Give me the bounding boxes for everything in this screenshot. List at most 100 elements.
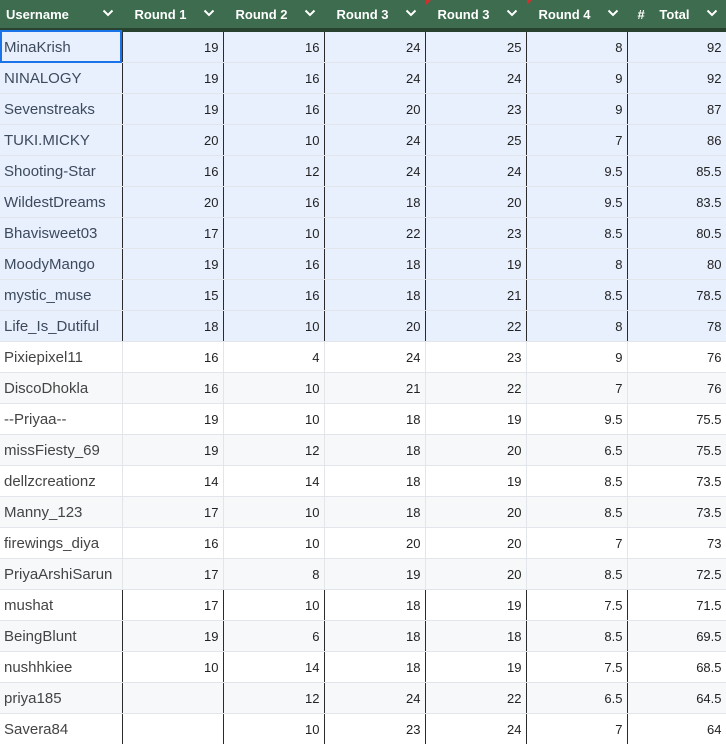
score-cell-r2[interactable]: 6 (223, 620, 325, 652)
chevron-down-icon[interactable] (304, 6, 316, 20)
score-cell-r1[interactable]: 16 (122, 341, 224, 373)
score-cell-r4[interactable]: 8 (526, 310, 628, 342)
score-cell-r2[interactable]: 16 (223, 186, 325, 218)
username-cell[interactable]: --Priyaa-- (0, 403, 123, 435)
score-cell-r3a[interactable]: 21 (324, 372, 426, 404)
score-cell-r3a[interactable]: 24 (324, 124, 426, 156)
score-cell-r3b[interactable]: 24 (425, 713, 527, 744)
column-header-0[interactable]: Username (0, 0, 123, 32)
column-header-2[interactable]: Round 2 (223, 0, 325, 32)
score-cell-r1[interactable] (122, 713, 224, 744)
score-cell-r3a[interactable]: 18 (324, 465, 426, 497)
score-cell-total[interactable]: 76 (627, 372, 726, 404)
score-cell-r4[interactable]: 9.5 (526, 186, 628, 218)
chevron-down-icon[interactable] (607, 6, 619, 20)
score-cell-total[interactable]: 73 (627, 527, 726, 559)
score-cell-total[interactable]: 92 (627, 30, 726, 63)
score-cell-r3b[interactable]: 23 (425, 93, 527, 125)
score-cell-r1[interactable]: 19 (122, 30, 224, 63)
score-cell-total[interactable]: 80.5 (627, 217, 726, 249)
score-cell-r4[interactable]: 8.5 (526, 620, 628, 652)
score-cell-r3b[interactable]: 19 (425, 465, 527, 497)
score-cell-total[interactable]: 86 (627, 124, 726, 156)
score-cell-r2[interactable]: 16 (223, 279, 325, 311)
score-cell-r4[interactable]: 8 (526, 30, 628, 63)
score-cell-r3a[interactable]: 24 (324, 155, 426, 187)
column-header-1[interactable]: Round 1 (122, 0, 224, 32)
score-cell-r3b[interactable]: 22 (425, 372, 527, 404)
score-cell-r3a[interactable]: 18 (324, 620, 426, 652)
score-cell-r3b[interactable]: 22 (425, 310, 527, 342)
score-cell-r2[interactable]: 10 (223, 124, 325, 156)
username-cell[interactable]: nushhkiee (0, 651, 123, 683)
score-cell-r3a[interactable]: 18 (324, 186, 426, 218)
username-cell[interactable]: MoodyMango (0, 248, 123, 280)
score-cell-r4[interactable]: 9.5 (526, 403, 628, 435)
score-cell-r2[interactable]: 16 (223, 93, 325, 125)
score-cell-r2[interactable]: 12 (223, 434, 325, 466)
score-cell-r3b[interactable]: 19 (425, 403, 527, 435)
score-cell-r1[interactable]: 19 (122, 62, 224, 94)
score-cell-r3b[interactable]: 23 (425, 217, 527, 249)
score-cell-r4[interactable]: 9.5 (526, 155, 628, 187)
score-cell-r3a[interactable]: 24 (324, 682, 426, 714)
score-cell-r3b[interactable]: 19 (425, 651, 527, 683)
score-cell-r4[interactable]: 9 (526, 341, 628, 373)
username-cell[interactable]: DiscoDhokla (0, 372, 123, 404)
score-cell-total[interactable]: 76 (627, 341, 726, 373)
score-cell-r2[interactable]: 10 (223, 496, 325, 528)
username-cell[interactable]: MinaKrish (0, 30, 123, 63)
score-cell-r3a[interactable]: 18 (324, 651, 426, 683)
score-cell-total[interactable]: 68.5 (627, 651, 726, 683)
score-cell-total[interactable]: 69.5 (627, 620, 726, 652)
username-cell[interactable]: Manny_123 (0, 496, 123, 528)
score-cell-r4[interactable]: 8 (526, 248, 628, 280)
score-cell-r1[interactable]: 19 (122, 403, 224, 435)
score-cell-r3a[interactable]: 18 (324, 403, 426, 435)
score-cell-total[interactable]: 73.5 (627, 496, 726, 528)
username-cell[interactable]: firewings_diya (0, 527, 123, 559)
score-cell-r3b[interactable]: 19 (425, 589, 527, 621)
score-cell-r3a[interactable]: 20 (324, 310, 426, 342)
score-cell-total[interactable]: 73.5 (627, 465, 726, 497)
score-cell-total[interactable]: 75.5 (627, 403, 726, 435)
score-cell-r1[interactable]: 19 (122, 434, 224, 466)
score-cell-r4[interactable]: 6.5 (526, 682, 628, 714)
score-cell-r3b[interactable]: 25 (425, 124, 527, 156)
score-cell-r2[interactable]: 16 (223, 30, 325, 63)
score-cell-total[interactable]: 75.5 (627, 434, 726, 466)
score-cell-r3a[interactable]: 24 (324, 30, 426, 63)
score-cell-r4[interactable]: 8.5 (526, 465, 628, 497)
score-cell-r2[interactable]: 12 (223, 155, 325, 187)
score-cell-r2[interactable]: 16 (223, 62, 325, 94)
score-cell-r3b[interactable]: 20 (425, 434, 527, 466)
score-cell-r4[interactable]: 7 (526, 372, 628, 404)
score-cell-r3b[interactable]: 19 (425, 248, 527, 280)
score-cell-total[interactable]: 92 (627, 62, 726, 94)
score-cell-total[interactable]: 83.5 (627, 186, 726, 218)
chevron-down-icon[interactable] (506, 6, 518, 20)
score-cell-total[interactable]: 78 (627, 310, 726, 342)
username-cell[interactable]: NINALOGY (0, 62, 123, 94)
column-header-5[interactable]: Round 4 (526, 0, 628, 32)
score-cell-r1[interactable] (122, 682, 224, 714)
score-cell-r1[interactable]: 10 (122, 651, 224, 683)
column-header-4[interactable]: Round 3 (425, 0, 527, 32)
username-cell[interactable]: missFiesty_69 (0, 434, 123, 466)
score-cell-total[interactable]: 85.5 (627, 155, 726, 187)
score-cell-r1[interactable]: 17 (122, 558, 224, 590)
score-cell-r4[interactable]: 7 (526, 713, 628, 744)
score-cell-r3a[interactable]: 18 (324, 496, 426, 528)
score-cell-total[interactable]: 71.5 (627, 589, 726, 621)
score-cell-r1[interactable]: 15 (122, 279, 224, 311)
score-cell-r4[interactable]: 9 (526, 93, 628, 125)
score-cell-r1[interactable]: 16 (122, 527, 224, 559)
score-cell-r4[interactable]: 7.5 (526, 651, 628, 683)
score-cell-r3a[interactable]: 19 (324, 558, 426, 590)
score-cell-r3b[interactable]: 20 (425, 186, 527, 218)
score-cell-r2[interactable]: 10 (223, 713, 325, 744)
score-cell-r2[interactable]: 10 (223, 310, 325, 342)
score-cell-r1[interactable]: 18 (122, 310, 224, 342)
score-cell-r1[interactable]: 20 (122, 186, 224, 218)
score-cell-r1[interactable]: 19 (122, 248, 224, 280)
